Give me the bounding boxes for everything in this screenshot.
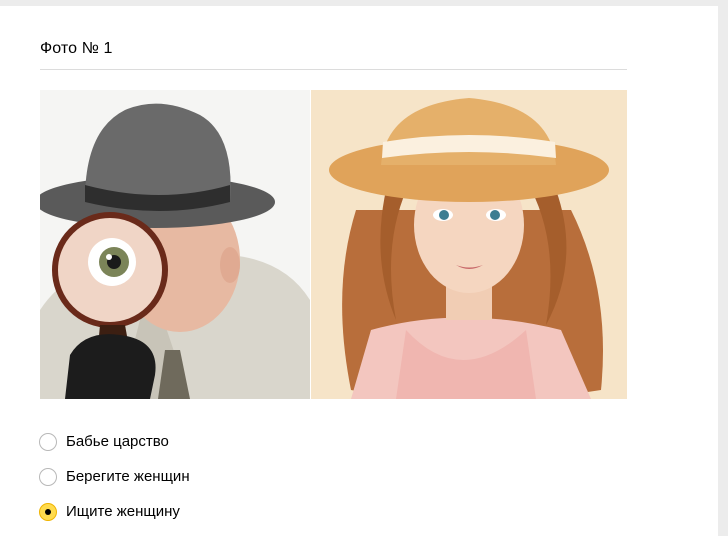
detective-photo (40, 90, 310, 399)
option-label: Ищите женщину (66, 503, 180, 520)
question-card: Фото № 1 Бабье царство Берегите женщин И… (0, 6, 718, 536)
answer-options: Бабье царство Берегите женщин Ищите женщ… (39, 424, 190, 529)
option-babye-tsarstvo[interactable]: Бабье царство (39, 424, 190, 459)
radio-button-selected[interactable] (39, 502, 57, 521)
woman-photo (311, 90, 627, 399)
radio-button[interactable] (39, 467, 57, 486)
option-label: Берегите женщин (66, 468, 190, 485)
woman-illustration (311, 90, 627, 399)
option-ishchite-zhenshchinu[interactable]: Ищите женщину (39, 494, 190, 529)
title-divider (40, 69, 627, 70)
radio-button[interactable] (39, 432, 57, 451)
question-title: Фото № 1 (40, 40, 113, 57)
option-beregite-zhenshchin[interactable]: Берегите женщин (39, 459, 190, 494)
option-label: Бабье царство (66, 433, 169, 450)
detective-illustration (40, 90, 310, 399)
